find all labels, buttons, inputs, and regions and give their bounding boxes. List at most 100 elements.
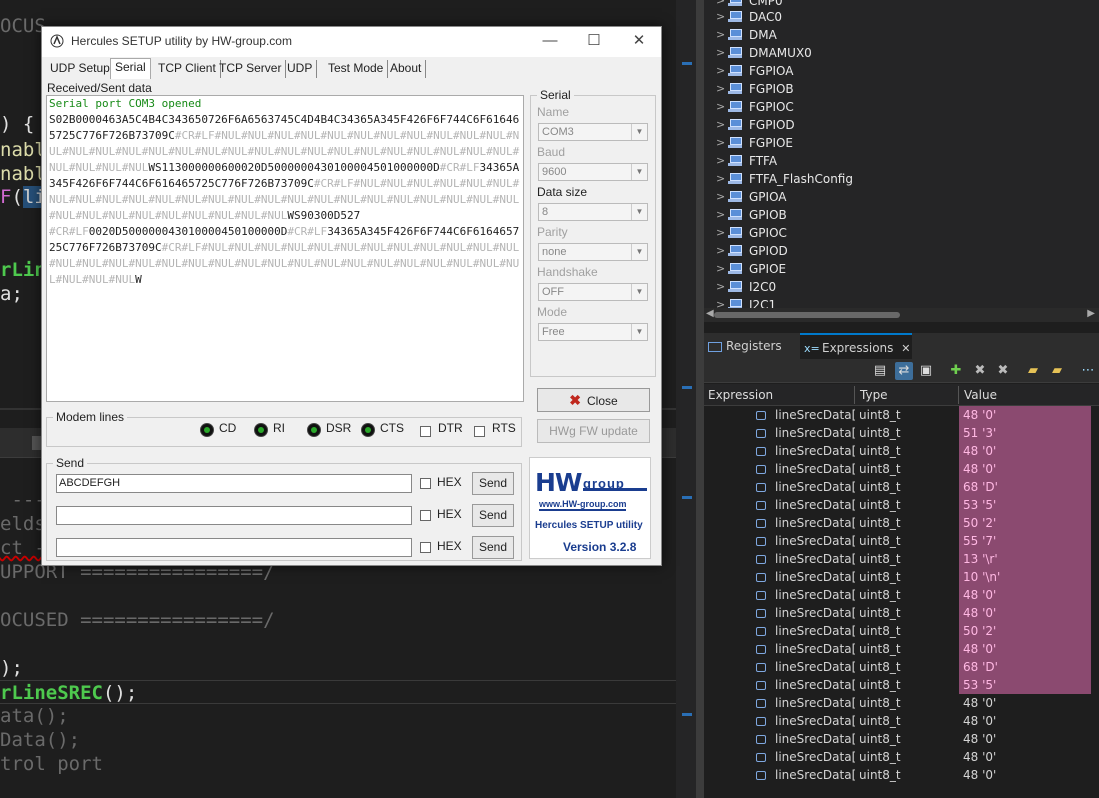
expression-value[interactable]: 51 '3' [959,424,1091,442]
close-port-button[interactable]: ✖ Close [537,388,650,412]
close-icon[interactable]: ✕ [901,342,910,355]
table-row[interactable]: lineSrecData[1(uint8_t 13 '\r' [704,550,1099,568]
tab-about[interactable]: About [386,60,427,78]
received-data-log[interactable]: Serial port COM3 opened S02B0000463A5C4B… [46,95,524,402]
chevron-right-icon[interactable]: > [716,242,725,260]
tree-item[interactable]: > FTFA [704,152,1099,170]
expression-value[interactable]: 48 '0' [959,730,1091,748]
collapse-all-icon[interactable]: ▤ [871,362,889,380]
hex-checkbox-1[interactable] [420,478,431,489]
tab-udp-setup[interactable]: UDP Setup [46,60,115,78]
hex-checkbox-3[interactable] [420,542,431,553]
table-row[interactable]: lineSrecData[13 uint8_t 48 '0' [704,604,1099,622]
table-row[interactable]: lineSrecData[4] uint8_t 48 '0' [704,442,1099,460]
chevron-right-icon[interactable]: > [716,260,725,278]
chevron-right-icon[interactable]: > [716,62,725,80]
table-row[interactable]: lineSrecData[2] uint8_t 48 '0' [704,406,1099,424]
tree-item[interactable]: > FTFA_FlashConfig [704,170,1099,188]
layout-icon[interactable]: ▣ [917,362,935,380]
export-icon[interactable]: ▰ [1048,362,1066,380]
send-button-3[interactable]: Send [472,536,514,559]
expression-value[interactable]: 48 '0' [959,460,1091,478]
column-type[interactable]: Type [860,384,888,406]
tree-item[interactable]: > FGPIOD [704,116,1099,134]
expression-value[interactable]: 48 '0' [959,640,1091,658]
tree-item[interactable]: > GPIOB [704,206,1099,224]
table-row[interactable]: lineSrecData[3] uint8_t 51 '3' [704,424,1099,442]
dtr-checkbox[interactable] [420,426,431,437]
close-window-button[interactable]: ✕ [621,30,657,52]
chevron-right-icon[interactable]: > [716,80,725,98]
tab-tcp-server[interactable]: TCP Server [215,60,287,78]
expression-value[interactable]: 10 '\n' [959,568,1091,586]
table-row[interactable]: lineSrecData[8] uint8_t 50 '2' [704,514,1099,532]
tree-item[interactable]: > FGPIOC [704,98,1099,116]
fw-update-button[interactable]: HWg FW update [537,419,650,443]
expression-value[interactable]: 55 '7' [959,532,1091,550]
tree-item[interactable]: > GPIOD [704,242,1099,260]
remove-all-icon[interactable]: ✖ [994,362,1012,380]
data-size-select[interactable]: 8 ▼ [538,203,648,221]
column-value[interactable]: Value [964,384,997,406]
tree-item[interactable]: > DMA [704,26,1099,44]
baud-select[interactable]: 9600 ▼ [538,163,648,181]
remove-expression-icon[interactable]: ✖ [971,362,989,380]
view-menu-icon[interactable]: ⋯ [1079,362,1097,380]
tree-item[interactable]: > GPIOA [704,188,1099,206]
table-row[interactable]: lineSrecData[6] uint8_t 68 'D' [704,478,1099,496]
tree-item[interactable]: > I2C0 [704,278,1099,296]
table-row[interactable]: lineSrecData[9] uint8_t 55 '7' [704,532,1099,550]
chevron-right-icon[interactable]: > [716,44,725,62]
import-icon[interactable]: ▰ [1024,362,1042,380]
send-input-1[interactable]: ABCDEFGH [56,474,412,493]
expression-value[interactable]: 48 '0' [959,442,1091,460]
table-row[interactable]: lineSrecData[16 uint8_t 68 'D' [704,658,1099,676]
table-row[interactable]: lineSrecData[19 uint8_t 48 '0' [704,712,1099,730]
expression-value[interactable]: 53 '5' [959,676,1091,694]
tree-horizontal-scrollbar[interactable]: ◀ ▶ [704,308,1099,322]
tab-tcp-client[interactable]: TCP Client [154,60,221,78]
mode-select[interactable]: Free ▼ [538,323,648,341]
chevron-right-icon[interactable]: > [716,170,725,188]
expression-value[interactable]: 53 '5' [959,496,1091,514]
chevron-right-icon[interactable]: > [716,8,725,26]
send-input-2[interactable] [56,506,412,525]
table-row[interactable]: lineSrecData[21 uint8_t 48 '0' [704,748,1099,766]
tab-registers[interactable]: Registers [708,333,800,359]
chevron-right-icon[interactable]: > [716,152,725,170]
send-input-3[interactable] [56,538,412,557]
expression-value[interactable]: 50 '2' [959,622,1091,640]
tab-serial[interactable]: Serial [110,58,151,79]
expression-value[interactable]: 48 '0' [959,586,1091,604]
send-button-1[interactable]: Send [472,472,514,495]
table-row[interactable]: lineSrecData[7] uint8_t 53 '5' [704,496,1099,514]
chevron-right-icon[interactable]: > [716,278,725,296]
minimize-button[interactable]: — [532,30,568,52]
tree-item[interactable]: > GPIOC [704,224,1099,242]
chevron-right-icon[interactable]: > [716,206,725,224]
table-row[interactable]: lineSrecData[18 uint8_t 48 '0' [704,694,1099,712]
tree-item[interactable]: > DMAMUX0 [704,44,1099,62]
expression-value[interactable]: 48 '0' [959,748,1091,766]
table-row[interactable]: lineSrecData[17 uint8_t 53 '5' [704,676,1099,694]
pane-splitter[interactable] [696,0,704,798]
expression-value[interactable]: 48 '0' [959,604,1091,622]
table-row[interactable]: lineSrecData[2(uint8_t 48 '0' [704,730,1099,748]
expression-value[interactable]: 68 'D' [959,658,1091,676]
title-bar[interactable]: Hercules SETUP utility by HW-group.com —… [42,27,661,57]
send-button-2[interactable]: Send [472,504,514,527]
handshake-select[interactable]: OFF ▼ [538,283,648,301]
add-expression-icon[interactable]: ✚ [947,362,965,380]
table-row[interactable]: lineSrecData[22 uint8_t 48 '0' [704,766,1099,784]
expressions-table[interactable]: lineSrecData[2]uint8_t48 '0'lineSrecData… [704,406,1099,798]
tree-item[interactable]: > FGPIOA [704,62,1099,80]
tab-test-mode[interactable]: Test Mode [324,60,389,78]
expression-value[interactable]: 48 '0' [959,406,1091,424]
column-expression[interactable]: Expression [708,384,773,406]
tree-item[interactable]: > GPIOE [704,260,1099,278]
expression-value[interactable]: 48 '0' [959,766,1091,784]
chevron-right-icon[interactable]: > [716,26,725,44]
show-type-icon[interactable]: ⇄ [895,362,913,380]
expression-value[interactable]: 13 '\r' [959,550,1091,568]
chevron-right-icon[interactable]: > [716,134,725,152]
